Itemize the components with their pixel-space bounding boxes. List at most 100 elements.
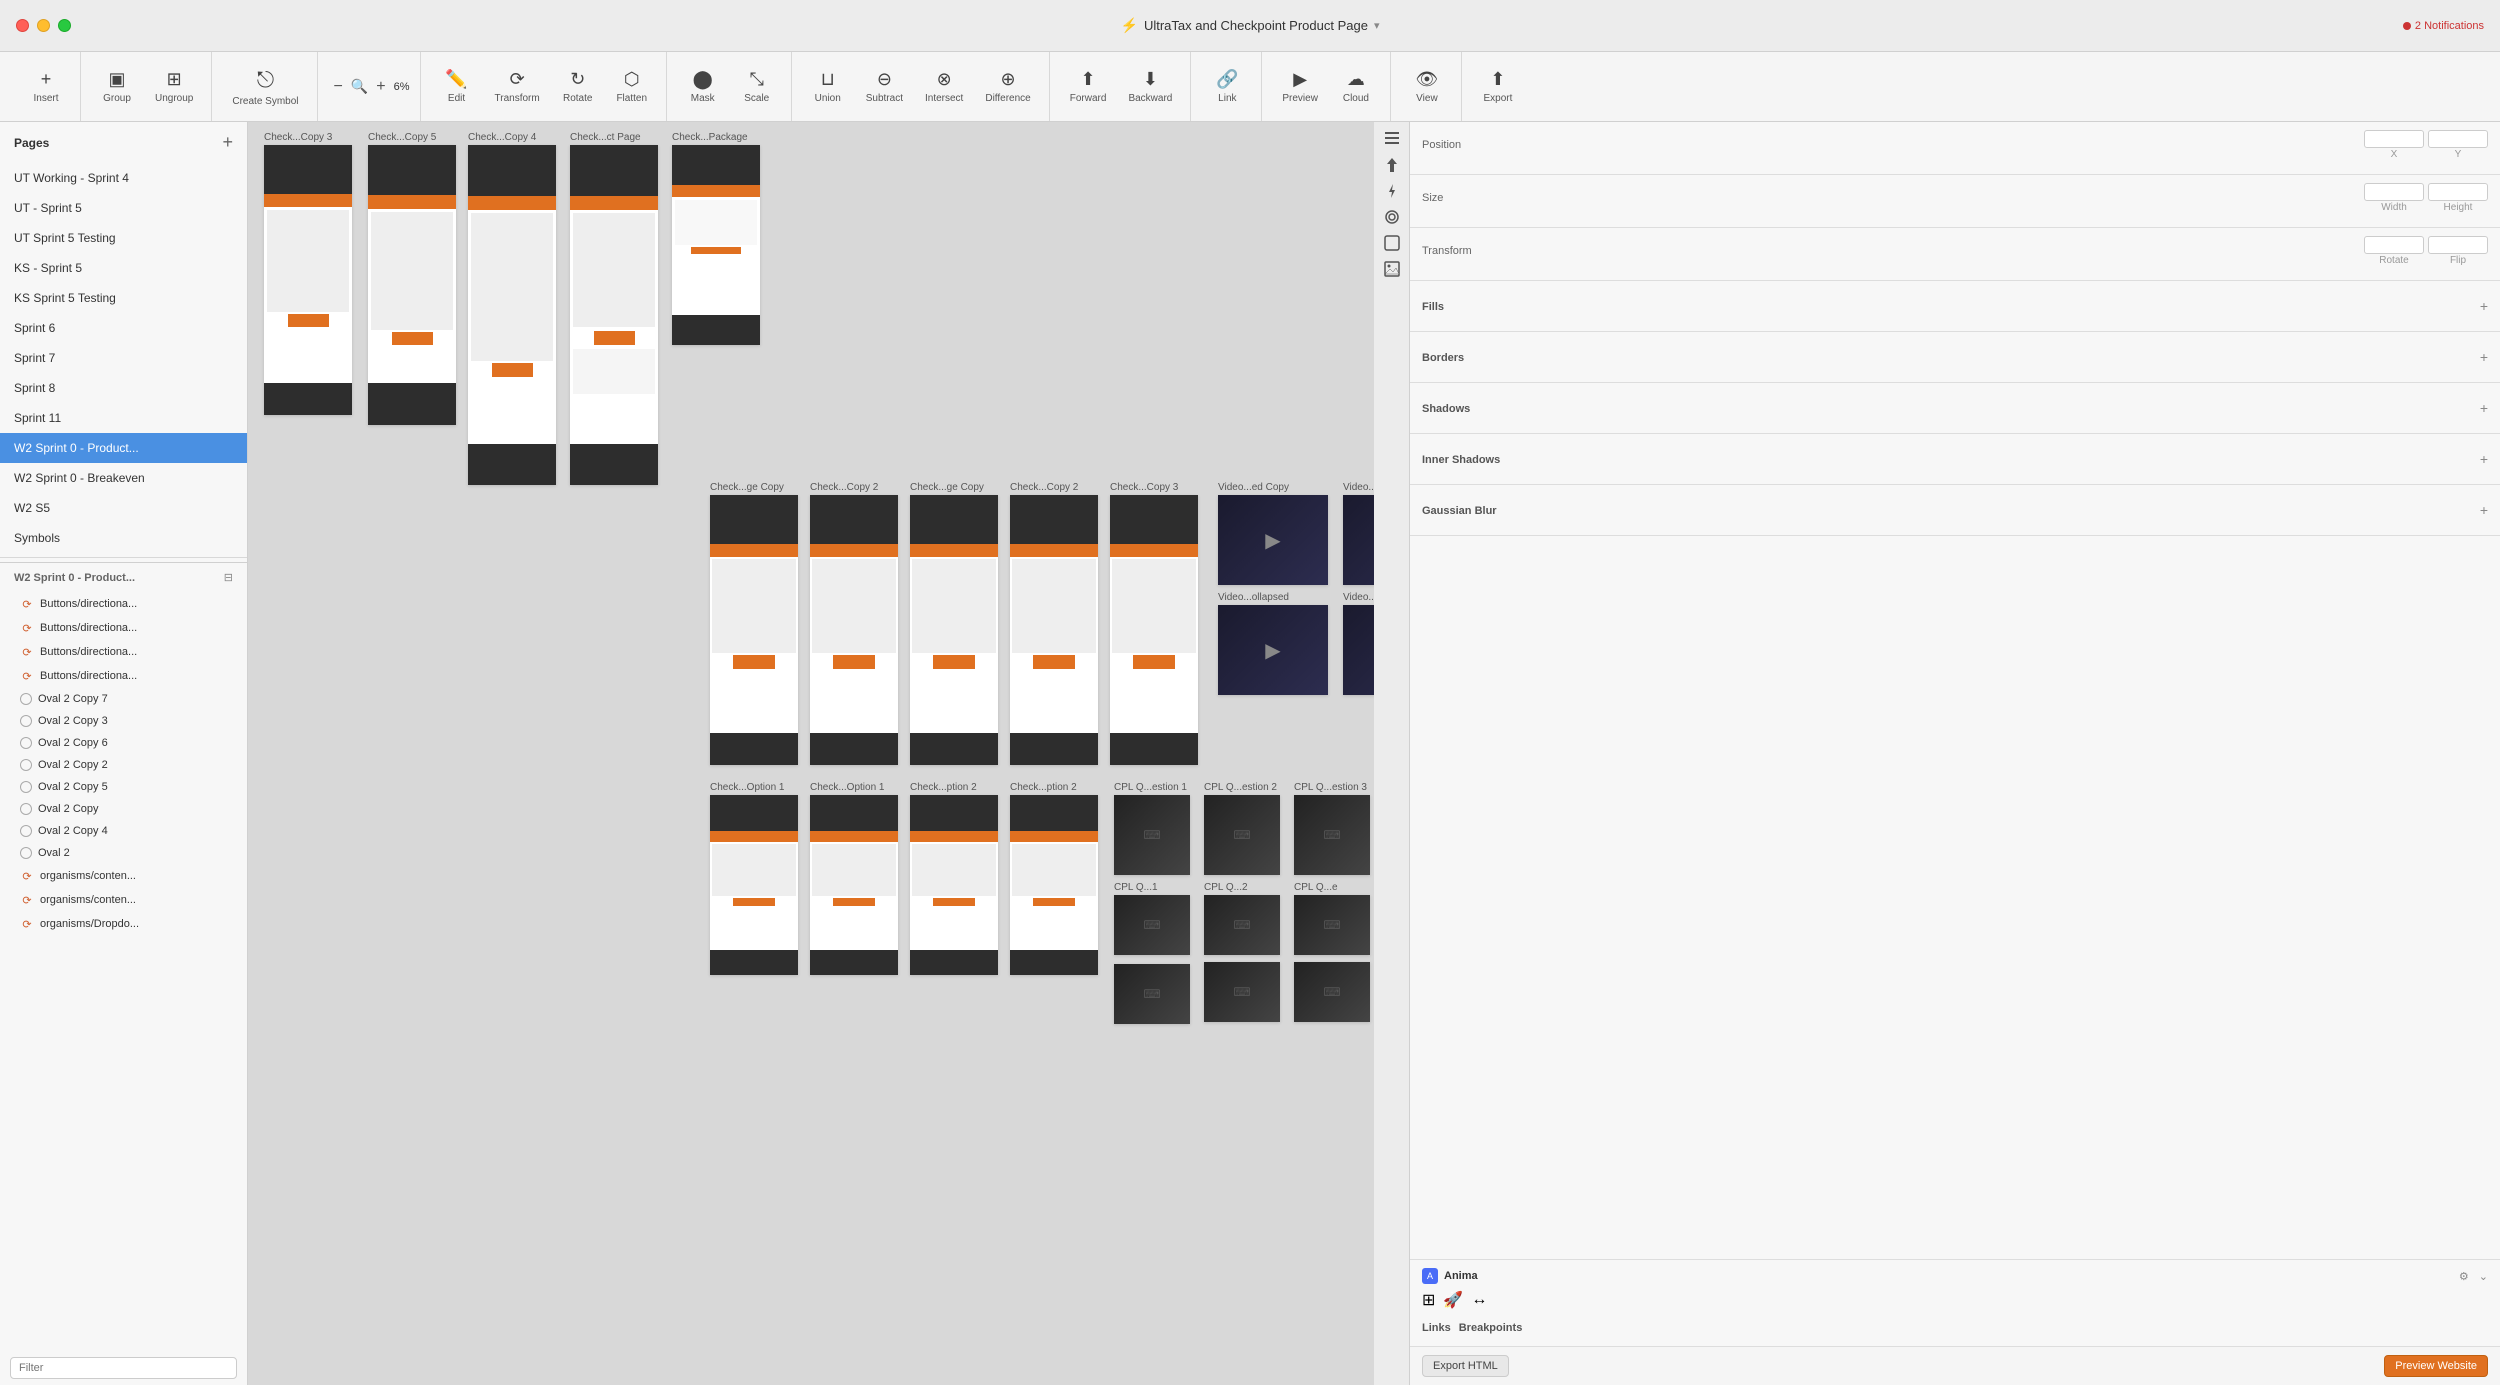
difference-button[interactable]: ⊕ Difference <box>977 65 1038 108</box>
rotate-input[interactable] <box>2364 236 2424 254</box>
notifications-badge[interactable]: 2 Notifications <box>2403 20 2484 32</box>
page-item-ks-sprint5-testing[interactable]: KS Sprint 5 Testing <box>0 283 247 313</box>
layer-item-0[interactable]: ⟳ Buttons/directiona... <box>0 592 247 616</box>
y-input[interactable] <box>2428 130 2488 148</box>
backward-button[interactable]: ⬇ Backward <box>1120 65 1180 108</box>
settings-icon[interactable] <box>1383 208 1401 226</box>
artboard-7[interactable] <box>910 495 998 765</box>
page-item-sprint6[interactable]: Sprint 6 <box>0 313 247 343</box>
artboard-video4[interactable]: ▶ <box>1343 605 1374 695</box>
add-shadow-button[interactable]: + <box>2480 400 2488 416</box>
artboard-cpl8[interactable]: ⌨ <box>1204 962 1280 1022</box>
layer-item-12[interactable]: ⟳ organisms/conten... <box>0 864 247 888</box>
artboard-cpl4[interactable]: ⌨ <box>1114 895 1190 955</box>
rotate-button[interactable]: ↻ Rotate <box>554 65 602 108</box>
mask-button[interactable]: ⬤ Mask <box>679 65 727 108</box>
edit-button[interactable]: ✏️ Edit <box>433 65 481 108</box>
subtract-button[interactable]: ⊖ Subtract <box>858 65 911 108</box>
artboard-2[interactable] <box>468 145 556 485</box>
scale-button[interactable]: ⤡ Scale <box>733 65 781 108</box>
preview-website-button[interactable]: Preview Website <box>2384 1355 2488 1377</box>
group-button[interactable]: ▣ Group <box>93 65 141 108</box>
fill-icon[interactable] <box>1383 234 1401 252</box>
height-input[interactable] <box>2428 183 2488 201</box>
properties-icon[interactable] <box>1383 130 1401 148</box>
layer-item-10[interactable]: Oval 2 Copy 4 <box>0 820 247 842</box>
layer-item-6[interactable]: Oval 2 Copy 6 <box>0 732 247 754</box>
artboard-4[interactable] <box>672 145 760 345</box>
create-symbol-button[interactable]: ⎋ Create Symbol <box>224 63 306 111</box>
layer-item-4[interactable]: Oval 2 Copy 7 <box>0 688 247 710</box>
page-item-sprint11[interactable]: Sprint 11 <box>0 403 247 433</box>
artboard-12[interactable] <box>910 795 998 975</box>
union-button[interactable]: ⊔ Union <box>804 65 852 108</box>
page-item-w2-product[interactable]: W2 Sprint 0 - Product... <box>0 433 247 463</box>
image-icon[interactable] <box>1383 260 1401 278</box>
intersect-button[interactable]: ⊗ Intersect <box>917 65 971 108</box>
artboard-cpl1[interactable]: ⌨ <box>1114 795 1190 875</box>
page-item-ut-sprint5-testing[interactable]: UT Sprint 5 Testing <box>0 223 247 253</box>
add-page-button[interactable]: + <box>222 132 233 153</box>
link-button[interactable]: 🔗 Link <box>1203 65 1251 108</box>
page-item-sprint8[interactable]: Sprint 8 <box>0 373 247 403</box>
artboard-cpl6[interactable]: ⌨ <box>1294 895 1370 955</box>
add-blur-button[interactable]: + <box>2480 502 2488 518</box>
layer-item-13[interactable]: ⟳ organisms/conten... <box>0 888 247 912</box>
artboard-0[interactable] <box>264 145 352 415</box>
layer-item-7[interactable]: Oval 2 Copy 2 <box>0 754 247 776</box>
flip-input[interactable] <box>2428 236 2488 254</box>
fullscreen-button[interactable] <box>58 19 71 32</box>
artboard-cpl2[interactable]: ⌨ <box>1204 795 1280 875</box>
artboard-cpl3[interactable]: ⌨ <box>1294 795 1370 875</box>
view-button[interactable]: 👁 View <box>1403 65 1451 108</box>
artboard-11[interactable] <box>810 795 898 975</box>
page-item-w2-s5[interactable]: W2 S5 <box>0 493 247 523</box>
add-fill-button[interactable]: + <box>2480 298 2488 314</box>
forward-button[interactable]: ⬆ Forward <box>1062 65 1115 108</box>
artboard-1[interactable] <box>368 145 456 425</box>
layer-item-3[interactable]: ⟳ Buttons/directiona... <box>0 664 247 688</box>
canvas[interactable]: Check...Copy 3 Check...Copy 5 <box>248 122 1374 1385</box>
layer-action[interactable]: ⊟ <box>224 571 233 584</box>
artboard-3[interactable] <box>570 145 658 485</box>
artboard-video1[interactable]: ▶ <box>1218 495 1328 585</box>
layer-item-1[interactable]: ⟳ Buttons/directiona... <box>0 616 247 640</box>
layer-item-8[interactable]: Oval 2 Copy 5 <box>0 776 247 798</box>
artboard-8[interactable] <box>1010 495 1098 765</box>
artboard-6[interactable] <box>810 495 898 765</box>
anima-settings-button[interactable]: ⚙ <box>2459 1270 2469 1283</box>
ungroup-button[interactable]: ⊞ Ungroup <box>147 65 201 108</box>
zoom-out-button[interactable]: − <box>330 76 347 98</box>
add-border-button[interactable]: + <box>2480 349 2488 365</box>
preview-button[interactable]: ▶ Preview <box>1274 65 1326 108</box>
artboard-video3[interactable]: ▶ <box>1218 605 1328 695</box>
artboard-10[interactable] <box>710 795 798 975</box>
insert-button[interactable]: + Insert <box>22 65 70 108</box>
zoom-in-button[interactable]: + <box>372 76 389 98</box>
artboard-5[interactable] <box>710 495 798 765</box>
lightning-icon[interactable] <box>1383 182 1401 200</box>
page-item-symbols[interactable]: Symbols <box>0 523 247 553</box>
artboard-13[interactable] <box>1010 795 1098 975</box>
artboard-video2[interactable]: ▶ <box>1343 495 1374 585</box>
anima-expand-button[interactable]: ⌄ <box>2479 1270 2488 1283</box>
page-item-ut-sprint5[interactable]: UT - Sprint 5 <box>0 193 247 223</box>
width-input[interactable] <box>2364 183 2424 201</box>
filter-input[interactable] <box>10 1357 237 1379</box>
page-item-ut-working[interactable]: UT Working - Sprint 4 <box>0 163 247 193</box>
export-button[interactable]: ⬆ Export <box>1474 65 1522 108</box>
layer-item-9[interactable]: Oval 2 Copy <box>0 798 247 820</box>
transform-button[interactable]: ⟳ Transform <box>487 65 548 108</box>
page-item-ks-sprint5[interactable]: KS - Sprint 5 <box>0 253 247 283</box>
export-html-button[interactable]: Export HTML <box>1422 1355 1509 1377</box>
anima-rocket-icon[interactable]: 🚀 <box>1443 1290 1463 1310</box>
page-item-w2-breakeven[interactable]: W2 Sprint 0 - Breakeven <box>0 463 247 493</box>
minimize-button[interactable] <box>37 19 50 32</box>
layer-item-2[interactable]: ⟳ Buttons/directiona... <box>0 640 247 664</box>
close-button[interactable] <box>16 19 29 32</box>
artboard-cpl9[interactable]: ⌨ <box>1294 962 1370 1022</box>
flatten-button[interactable]: ⬡ Flatten <box>608 65 656 108</box>
layer-item-11[interactable]: Oval 2 <box>0 842 247 864</box>
page-item-sprint7[interactable]: Sprint 7 <box>0 343 247 373</box>
layer-item-5[interactable]: Oval 2 Copy 3 <box>0 710 247 732</box>
